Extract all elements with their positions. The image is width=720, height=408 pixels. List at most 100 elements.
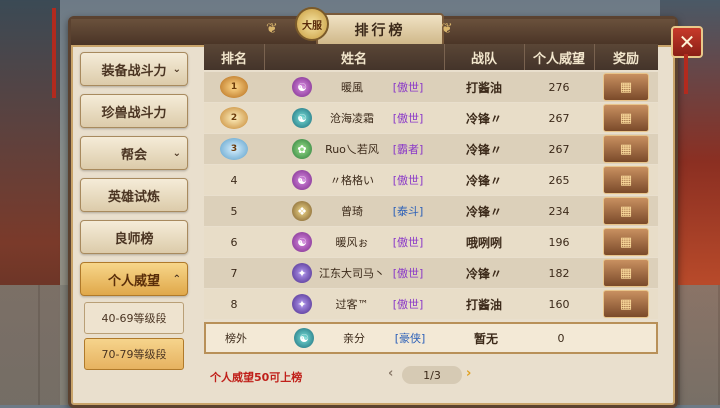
left-tassel-decoration <box>52 8 56 98</box>
title-bar: ❦ 排行榜 大服 ❦ <box>71 7 675 47</box>
prestige-score: 196 <box>548 235 570 249</box>
page-title: 排行榜 <box>354 23 406 39</box>
pagination: ‹ 1/3 › <box>388 366 478 384</box>
player-title-tag: [傲世] <box>392 298 424 311</box>
title-ornament-right: ❦ <box>441 21 453 37</box>
player-name[interactable]: 曾琦 <box>314 196 390 226</box>
table-row[interactable]: 7 ✦ 江东大司马丶 [傲世] 冷锋〃 182 ▦ <box>204 258 658 288</box>
sect-icon-cell: ❖ <box>290 196 314 226</box>
team-name: 冷锋〃 <box>465 204 502 219</box>
prestige-score: 0 <box>557 331 565 345</box>
prestige-score: 160 <box>548 297 570 311</box>
sect-emblem-icon: ✦ <box>292 294 312 314</box>
sect-icon-cell: ☯ <box>290 103 314 133</box>
rank-cell: 4 <box>230 173 238 187</box>
prestige-score: 265 <box>548 173 570 187</box>
sect-icon-cell: ✦ <box>290 289 314 319</box>
player-title-tag: [豪侠] <box>394 332 426 345</box>
prestige-score: 267 <box>548 111 570 125</box>
reward-chest-icon[interactable]: ▦ <box>603 228 649 256</box>
sidebar-item-label: 装备战斗力 <box>101 63 167 79</box>
sidebar-item-equipment-power[interactable]: 装备战斗力 ⌄ <box>80 52 188 86</box>
rank-cell: 5 <box>230 204 238 218</box>
reward-chest-icon[interactable]: ▦ <box>603 104 649 132</box>
sect-icon-cell: ☯ <box>292 324 316 352</box>
player-title-tag: [泰斗] <box>392 205 424 218</box>
reward-chest-icon[interactable]: ▦ <box>603 259 649 287</box>
player-name[interactable]: 〃格格い <box>314 165 390 195</box>
sub-item-level-70-79[interactable]: 70-79等级段 <box>84 338 184 370</box>
sidebar-item-mentor[interactable]: 良师榜 <box>80 220 188 254</box>
page-indicator: 1/3 <box>402 366 462 384</box>
sect-emblem-icon: ❖ <box>292 201 312 221</box>
table-row[interactable]: 6 ☯ 暖风ぉ [傲世] 哦咧咧 196 ▦ <box>204 227 658 257</box>
reward-chest-icon[interactable]: ▦ <box>603 290 649 318</box>
chevron-down-icon: ⌄ <box>172 147 181 159</box>
team-name: 打酱油 <box>465 80 502 95</box>
player-title-tag: [傲世] <box>392 81 424 94</box>
prev-page-button[interactable]: ‹ <box>388 366 393 381</box>
player-name[interactable]: Ruo乀若风 <box>314 134 390 164</box>
next-page-button[interactable]: › <box>466 366 471 381</box>
sidebar-item-label: 良师榜 <box>114 231 154 247</box>
table-row[interactable]: 1 ☯ 暖風 [傲世] 打酱油 276 ▦ <box>204 72 658 102</box>
chevron-down-icon: ⌄ <box>172 63 181 75</box>
player-title-tag: [傲世] <box>392 267 424 280</box>
team-name: 冷锋〃 <box>465 173 502 188</box>
sidebar-item-label: 英雄试炼 <box>107 189 160 205</box>
player-name[interactable]: 暖风ぉ <box>314 227 390 257</box>
header-name: 姓名 <box>264 44 445 70</box>
rank-cell: 1 <box>204 72 264 102</box>
table-row[interactable]: 8 ✦ 过客™ [傲世] 打酱油 160 ▦ <box>204 289 658 319</box>
sidebar-item-pet-power[interactable]: 珍兽战斗力 <box>80 94 188 128</box>
player-name[interactable]: 亲分 <box>316 324 392 352</box>
reward-chest-icon[interactable]: ▦ <box>603 197 649 225</box>
ranking-requirement-note: 个人威望50可上榜 <box>210 371 303 384</box>
sidebar-item-label: 珍兽战斗力 <box>101 105 167 121</box>
sub-item-label: 40-69等级段 <box>101 312 167 325</box>
table-row[interactable]: 5 ❖ 曾琦 [泰斗] 冷锋〃 234 ▦ <box>204 196 658 226</box>
player-name[interactable]: 过客™ <box>314 289 390 319</box>
reward-chest-icon[interactable]: ▦ <box>603 73 649 101</box>
sub-item-level-40-69[interactable]: 40-69等级段 <box>84 302 184 334</box>
sect-emblem-icon: ☯ <box>292 108 312 128</box>
player-title-tag: [傲世] <box>392 174 424 187</box>
sidebar-item-personal-prestige[interactable]: 个人威望 ⌃ <box>80 262 188 296</box>
rank-medal-icon: 1 <box>220 76 248 98</box>
rank-cell: 榜外 <box>225 332 247 345</box>
self-ranking-row[interactable]: 榜外 ☯ 亲分 [豪侠] 暂无 0 <box>204 322 658 354</box>
reward-chest-icon[interactable]: ▦ <box>603 135 649 163</box>
player-name[interactable]: 沧海凌霜 <box>314 103 390 133</box>
sidebar-item-hero-trial[interactable]: 英雄试炼 <box>80 178 188 212</box>
sect-emblem-icon: ✿ <box>292 139 312 159</box>
prestige-score: 276 <box>548 80 570 94</box>
prestige-score: 182 <box>548 266 570 280</box>
player-name[interactable]: 暖風 <box>314 72 390 102</box>
reward-cell: ▦ <box>594 258 658 288</box>
rank-medal-icon: 2 <box>220 107 248 129</box>
reward-cell: ▦ <box>594 134 658 164</box>
player-title-tag: [傲世] <box>392 112 424 125</box>
sect-emblem-icon: ☯ <box>292 77 312 97</box>
table-row[interactable]: 2 ☯ 沧海凌霜 [傲世] 冷锋〃 267 ▦ <box>204 103 658 133</box>
sect-emblem-icon: ☯ <box>292 170 312 190</box>
header-rank: 排名 <box>204 44 265 70</box>
sidebar-item-guild[interactable]: 帮会 ⌄ <box>80 136 188 170</box>
sect-icon-cell: ✿ <box>290 134 314 164</box>
right-tassel-decoration <box>684 54 688 94</box>
sect-icon-cell: ☯ <box>290 227 314 257</box>
rank-cell: 7 <box>230 266 238 280</box>
reward-cell: ▦ <box>594 165 658 195</box>
player-name[interactable]: 江东大司马丶 <box>314 258 390 288</box>
rank-cell: 2 <box>204 103 264 133</box>
table-row[interactable]: 3 ✿ Ruo乀若风 [霸者] 冷锋〃 267 ▦ <box>204 134 658 164</box>
sect-icon-cell: ☯ <box>290 72 314 102</box>
sect-emblem-icon: ☯ <box>294 328 314 348</box>
rank-cell: 6 <box>230 235 238 249</box>
reward-chest-icon[interactable]: ▦ <box>603 166 649 194</box>
sub-item-label: 70-79等级段 <box>101 348 167 361</box>
team-name: 冷锋〃 <box>465 111 502 126</box>
server-emblem-icon: 大服 <box>295 7 329 41</box>
table-row[interactable]: 4 ☯ 〃格格い [傲世] 冷锋〃 265 ▦ <box>204 165 658 195</box>
team-name: 冷锋〃 <box>465 142 502 157</box>
